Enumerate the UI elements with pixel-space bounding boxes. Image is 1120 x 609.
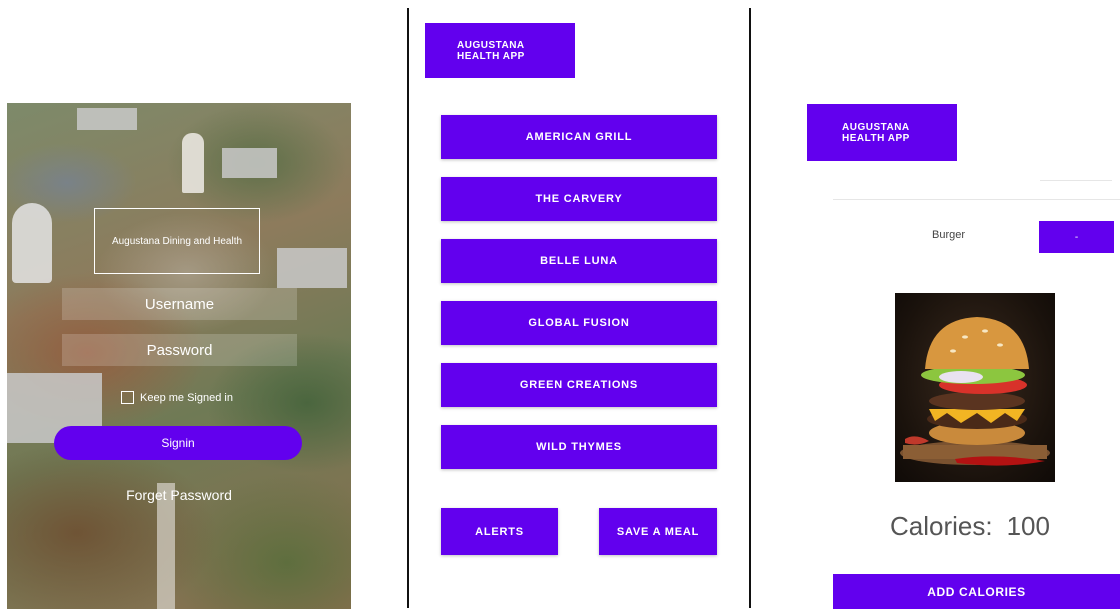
restaurant-button-green-creations[interactable]: GREEN CREATIONS	[441, 363, 717, 407]
app-badge-line2: HEALTH APP	[457, 50, 525, 62]
aerial-building	[77, 108, 137, 130]
keep-signed-in-checkbox[interactable]	[121, 391, 134, 404]
panel-divider	[749, 8, 751, 608]
burger-photo	[895, 293, 1055, 482]
calories-value: 100	[1006, 511, 1050, 541]
add-calories-label: ADD CALORIES	[927, 584, 1026, 599]
save-meal-label: SAVE A MEAL	[616, 525, 700, 538]
save-meal-button[interactable]: SAVE A MEAL	[599, 508, 717, 555]
password-input[interactable]: Password	[62, 334, 297, 366]
aerial-building	[222, 148, 277, 178]
food-action-label: -	[1074, 231, 1079, 243]
app-badge: AUGUSTANA HEALTH APP	[425, 23, 575, 78]
keep-signed-in[interactable]: Keep me Signed in	[121, 391, 233, 404]
add-calories-button[interactable]: ADD CALORIES	[833, 574, 1120, 609]
food-action-button[interactable]: -	[1039, 221, 1114, 253]
keep-signed-in-label: Keep me Signed in	[140, 391, 233, 404]
forget-password-label: Forget Password	[126, 487, 232, 503]
username-placeholder: Username	[144, 295, 215, 313]
aerial-tower	[182, 133, 204, 193]
restaurant-label: WILD THYMES	[536, 441, 622, 453]
forget-password-link[interactable]: Forget Password	[7, 487, 351, 503]
alerts-label: ALERTS	[475, 525, 524, 538]
app-badge-line1: AUGUSTANA	[842, 121, 910, 133]
aerial-building	[277, 248, 347, 288]
password-placeholder: Password	[146, 341, 213, 359]
app-badge-line2: HEALTH APP	[842, 132, 910, 144]
app-title-box: Augustana Dining and Health	[94, 208, 260, 274]
restaurant-button-belle-luna[interactable]: BELLE LUNA	[441, 239, 717, 283]
restaurant-button-global-fusion[interactable]: GLOBAL FUSION	[441, 301, 717, 345]
restaurant-label: AMERICAN GRILL	[525, 131, 633, 143]
signin-label: Signin	[161, 436, 195, 450]
app-badge-line1: AUGUSTANA	[457, 39, 525, 51]
restaurant-label: BELLE LUNA	[540, 255, 618, 267]
calories-display: Calories: 100	[890, 511, 1050, 542]
section-divider	[833, 199, 1120, 200]
app-badge: AUGUSTANA HEALTH APP	[807, 104, 957, 161]
login-screen: Augustana Dining and Health Username Pas…	[7, 103, 351, 609]
app-title: Augustana Dining and Health	[111, 235, 243, 247]
restaurant-label: THE CARVERY	[535, 193, 623, 205]
alerts-button[interactable]: ALERTS	[441, 508, 558, 555]
aerial-water-tank	[12, 203, 52, 283]
panel-divider	[407, 8, 409, 608]
restaurant-button-the-carvery[interactable]: THE CARVERY	[441, 177, 717, 221]
input-underline	[1040, 180, 1112, 181]
signin-button[interactable]: Signin	[54, 426, 302, 460]
username-input[interactable]: Username	[62, 288, 297, 320]
burger-illustration	[900, 317, 1050, 466]
calories-label: Calories:	[890, 511, 993, 541]
restaurant-button-wild-thymes[interactable]: WILD THYMES	[441, 425, 717, 469]
restaurant-label: GLOBAL FUSION	[528, 317, 630, 329]
restaurant-button-american-grill[interactable]: AMERICAN GRILL	[441, 115, 717, 159]
food-name: Burger	[932, 229, 966, 241]
restaurant-label: GREEN CREATIONS	[519, 379, 639, 391]
